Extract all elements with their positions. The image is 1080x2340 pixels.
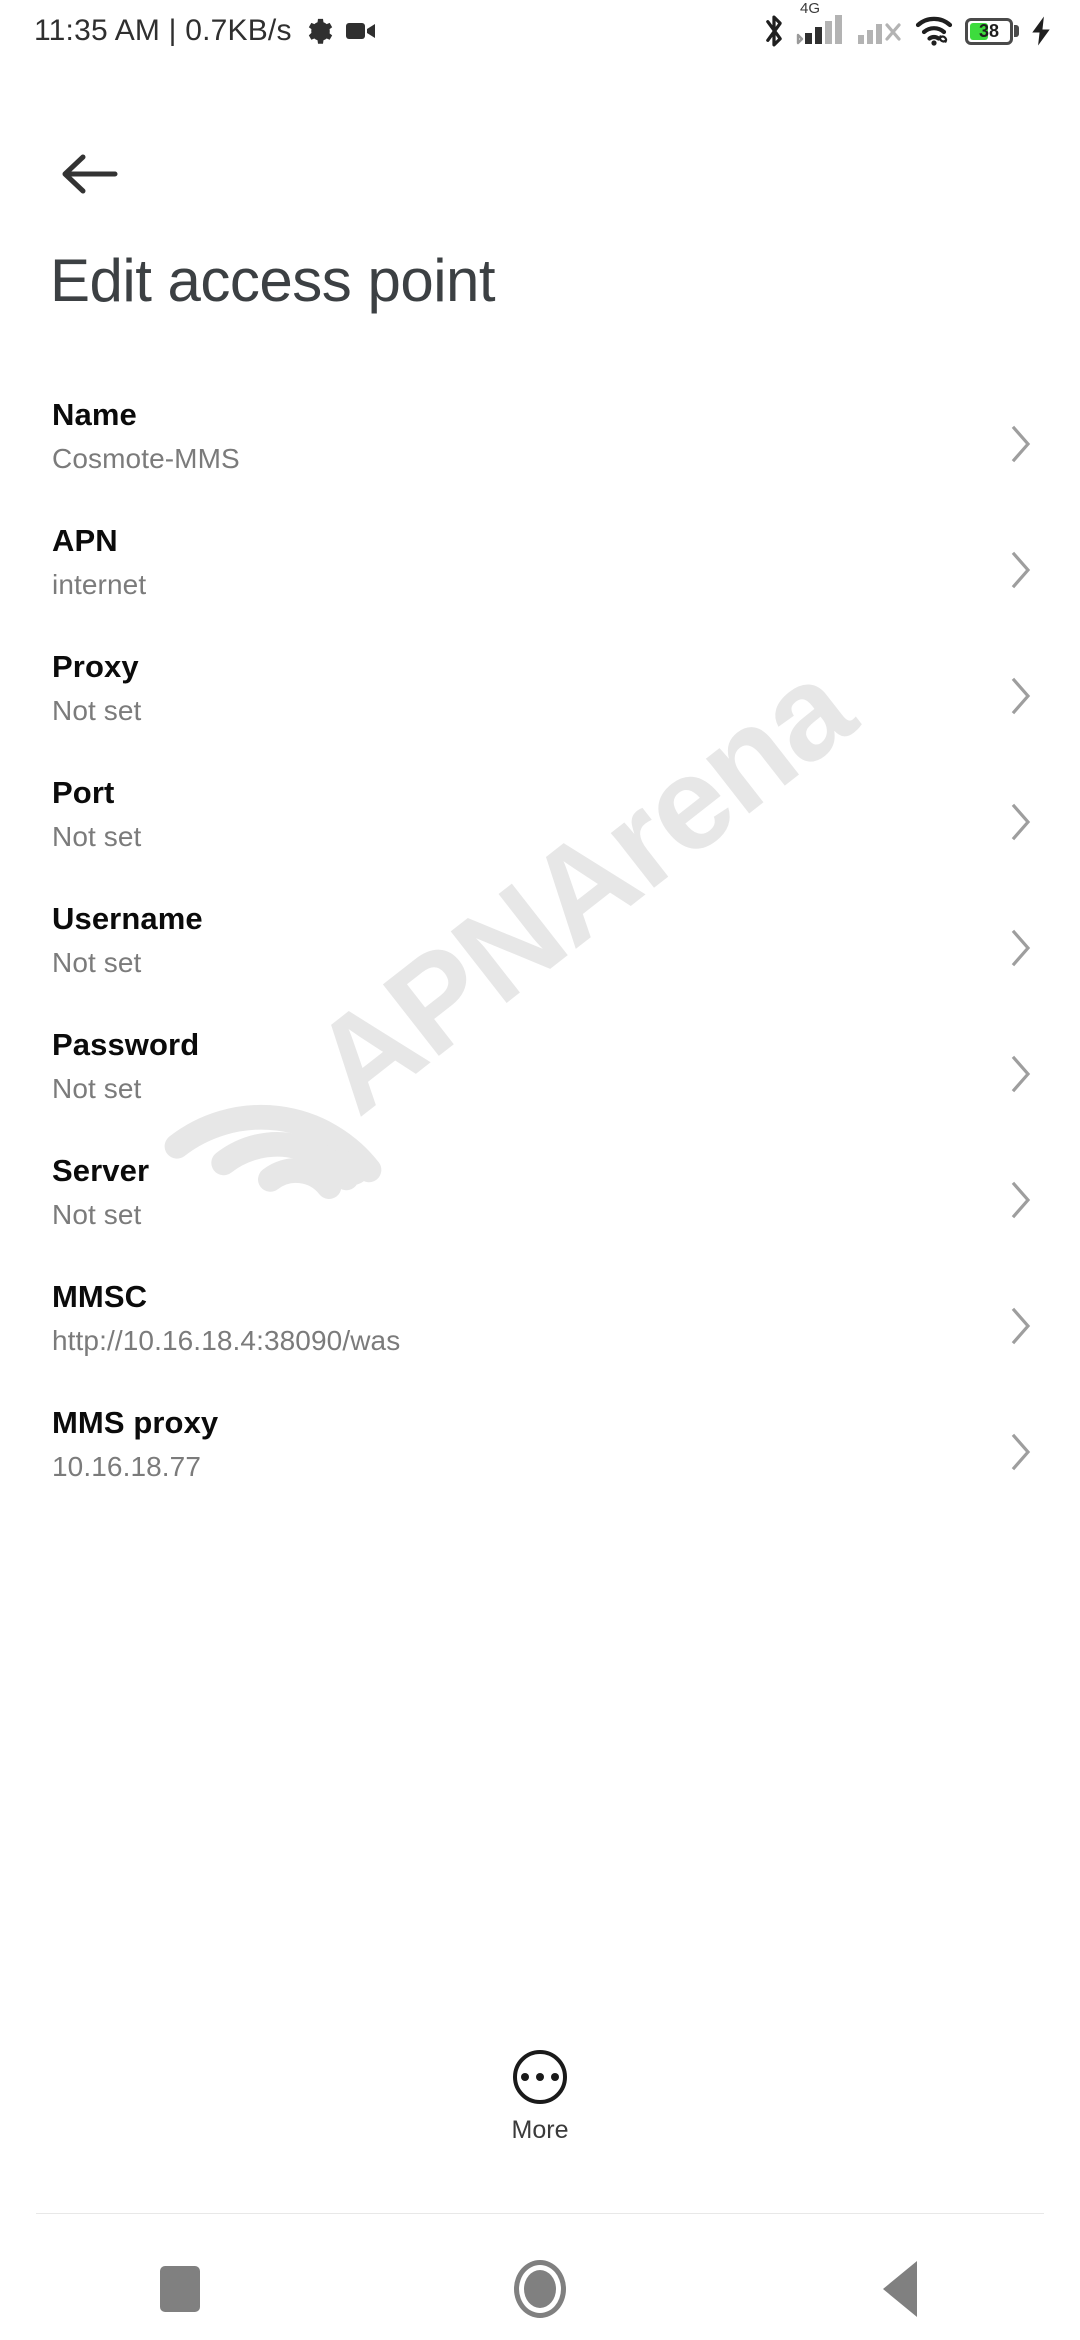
list-item-value: 10.16.18.77 [52,1450,202,1482]
list-item-label: Username [52,901,203,936]
chevron-right-icon [1011,1055,1031,1093]
list-item[interactable]: Name Cosmote-MMS [0,378,1080,504]
gear-icon [308,18,332,44]
wifi-with-link-icon [915,16,953,46]
charging-bolt-icon [1032,16,1050,46]
list-item-value: Not set [52,946,142,978]
back-arrow-icon [62,154,118,194]
list-item-label: MMSC [52,1279,148,1314]
list-item-value: Cosmote-MMS [52,442,240,474]
list-item-value: Not set [52,820,142,852]
list-item[interactable]: Server Not set [0,1134,1080,1260]
list-item[interactable]: Port Not set [0,756,1080,882]
status-bar-right: 4G 38 [763,0,1052,50]
back-nav-button[interactable] [800,2238,1000,2340]
home-circle-icon [514,2260,566,2318]
list-item-value: http://10.16.18.4:38090/was [52,1324,401,1356]
network-type-label: 4G [800,0,821,17]
chevron-right-icon [1011,1433,1031,1471]
android-navigation-bar [0,2238,1080,2340]
list-item-label: Name [52,397,137,432]
list-item-label: Proxy [52,649,139,684]
page-title: Edit access point [50,247,496,314]
signal-bars-sim2-no-service-icon [857,13,903,50]
bluetooth-icon [766,15,782,47]
chevron-right-icon [1011,1181,1031,1219]
home-button[interactable] [440,2238,640,2340]
list-item-label: Server [52,1153,150,1188]
battery-percent-label: 38 [978,21,1000,41]
list-item-label: MMS proxy [52,1405,219,1440]
list-item[interactable]: Username Not set [0,882,1080,1008]
list-item-label: Password [52,1027,200,1062]
list-item-value: Not set [52,694,142,726]
status-bar: 11:35 AM | 0.7KB/s 4G 38 [0,0,1080,62]
more-button-label: More [511,2116,569,2144]
chevron-right-icon [1011,1307,1031,1345]
list-item-label: Port [52,775,115,810]
chevron-right-icon [1011,803,1031,841]
list-item-value: Not set [52,1198,142,1230]
list-item[interactable]: Proxy Not set [0,630,1080,756]
video-camera-icon [345,23,375,39]
battery-indicator: 38 [965,17,1019,45]
back-button[interactable] [44,128,136,220]
chevron-right-icon [1011,929,1031,967]
chevron-right-icon [1011,425,1031,463]
settings-list: Name Cosmote-MMS APN internet Proxy Not … [0,378,1080,1512]
back-triangle-icon [883,2261,917,2317]
chevron-right-icon [1011,677,1031,715]
more-dots-circle-icon [513,2050,567,2104]
list-item[interactable]: Password Not set [0,1008,1080,1134]
recents-button[interactable] [80,2238,280,2340]
status-time-and-netspeed: 11:35 AM | 0.7KB/s [34,14,292,47]
phone-screen: APNArena 11:35 AM | 0.7KB/s 4G 38 Edit a… [0,0,1080,2340]
navbar-divider [36,2213,1044,2214]
list-item-label: APN [52,523,118,558]
list-item[interactable]: MMS proxy 10.16.18.77 [0,1386,1080,1512]
list-item[interactable]: MMSC http://10.16.18.4:38090/was [0,1260,1080,1386]
list-item[interactable]: APN internet [0,504,1080,630]
signal-bars-sim1-icon: 4G [796,0,846,50]
status-bar-left: 11:35 AM | 0.7KB/s [34,14,376,48]
list-item-value: internet [52,568,147,600]
recents-square-icon [160,2266,200,2312]
more-button[interactable]: More [0,2050,1080,2145]
chevron-right-icon [1011,551,1031,589]
list-item-value: Not set [52,1072,142,1104]
